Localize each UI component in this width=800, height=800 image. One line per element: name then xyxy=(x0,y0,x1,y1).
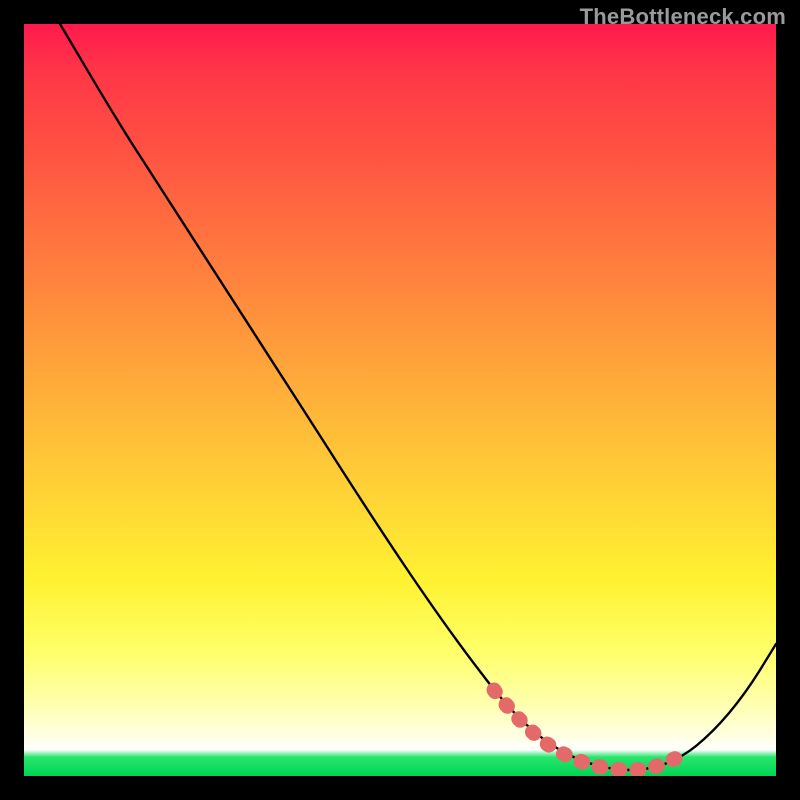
curve-path xyxy=(60,24,776,770)
bottleneck-curve xyxy=(24,24,776,776)
chart-frame xyxy=(24,24,776,776)
highlight-segment xyxy=(494,690,686,770)
watermark-text: TheBottleneck.com xyxy=(580,4,786,30)
